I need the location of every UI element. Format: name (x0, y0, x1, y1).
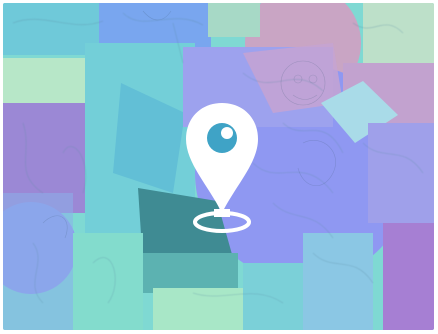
location-pin-icon (181, 101, 263, 241)
illustration-frame (3, 3, 434, 330)
